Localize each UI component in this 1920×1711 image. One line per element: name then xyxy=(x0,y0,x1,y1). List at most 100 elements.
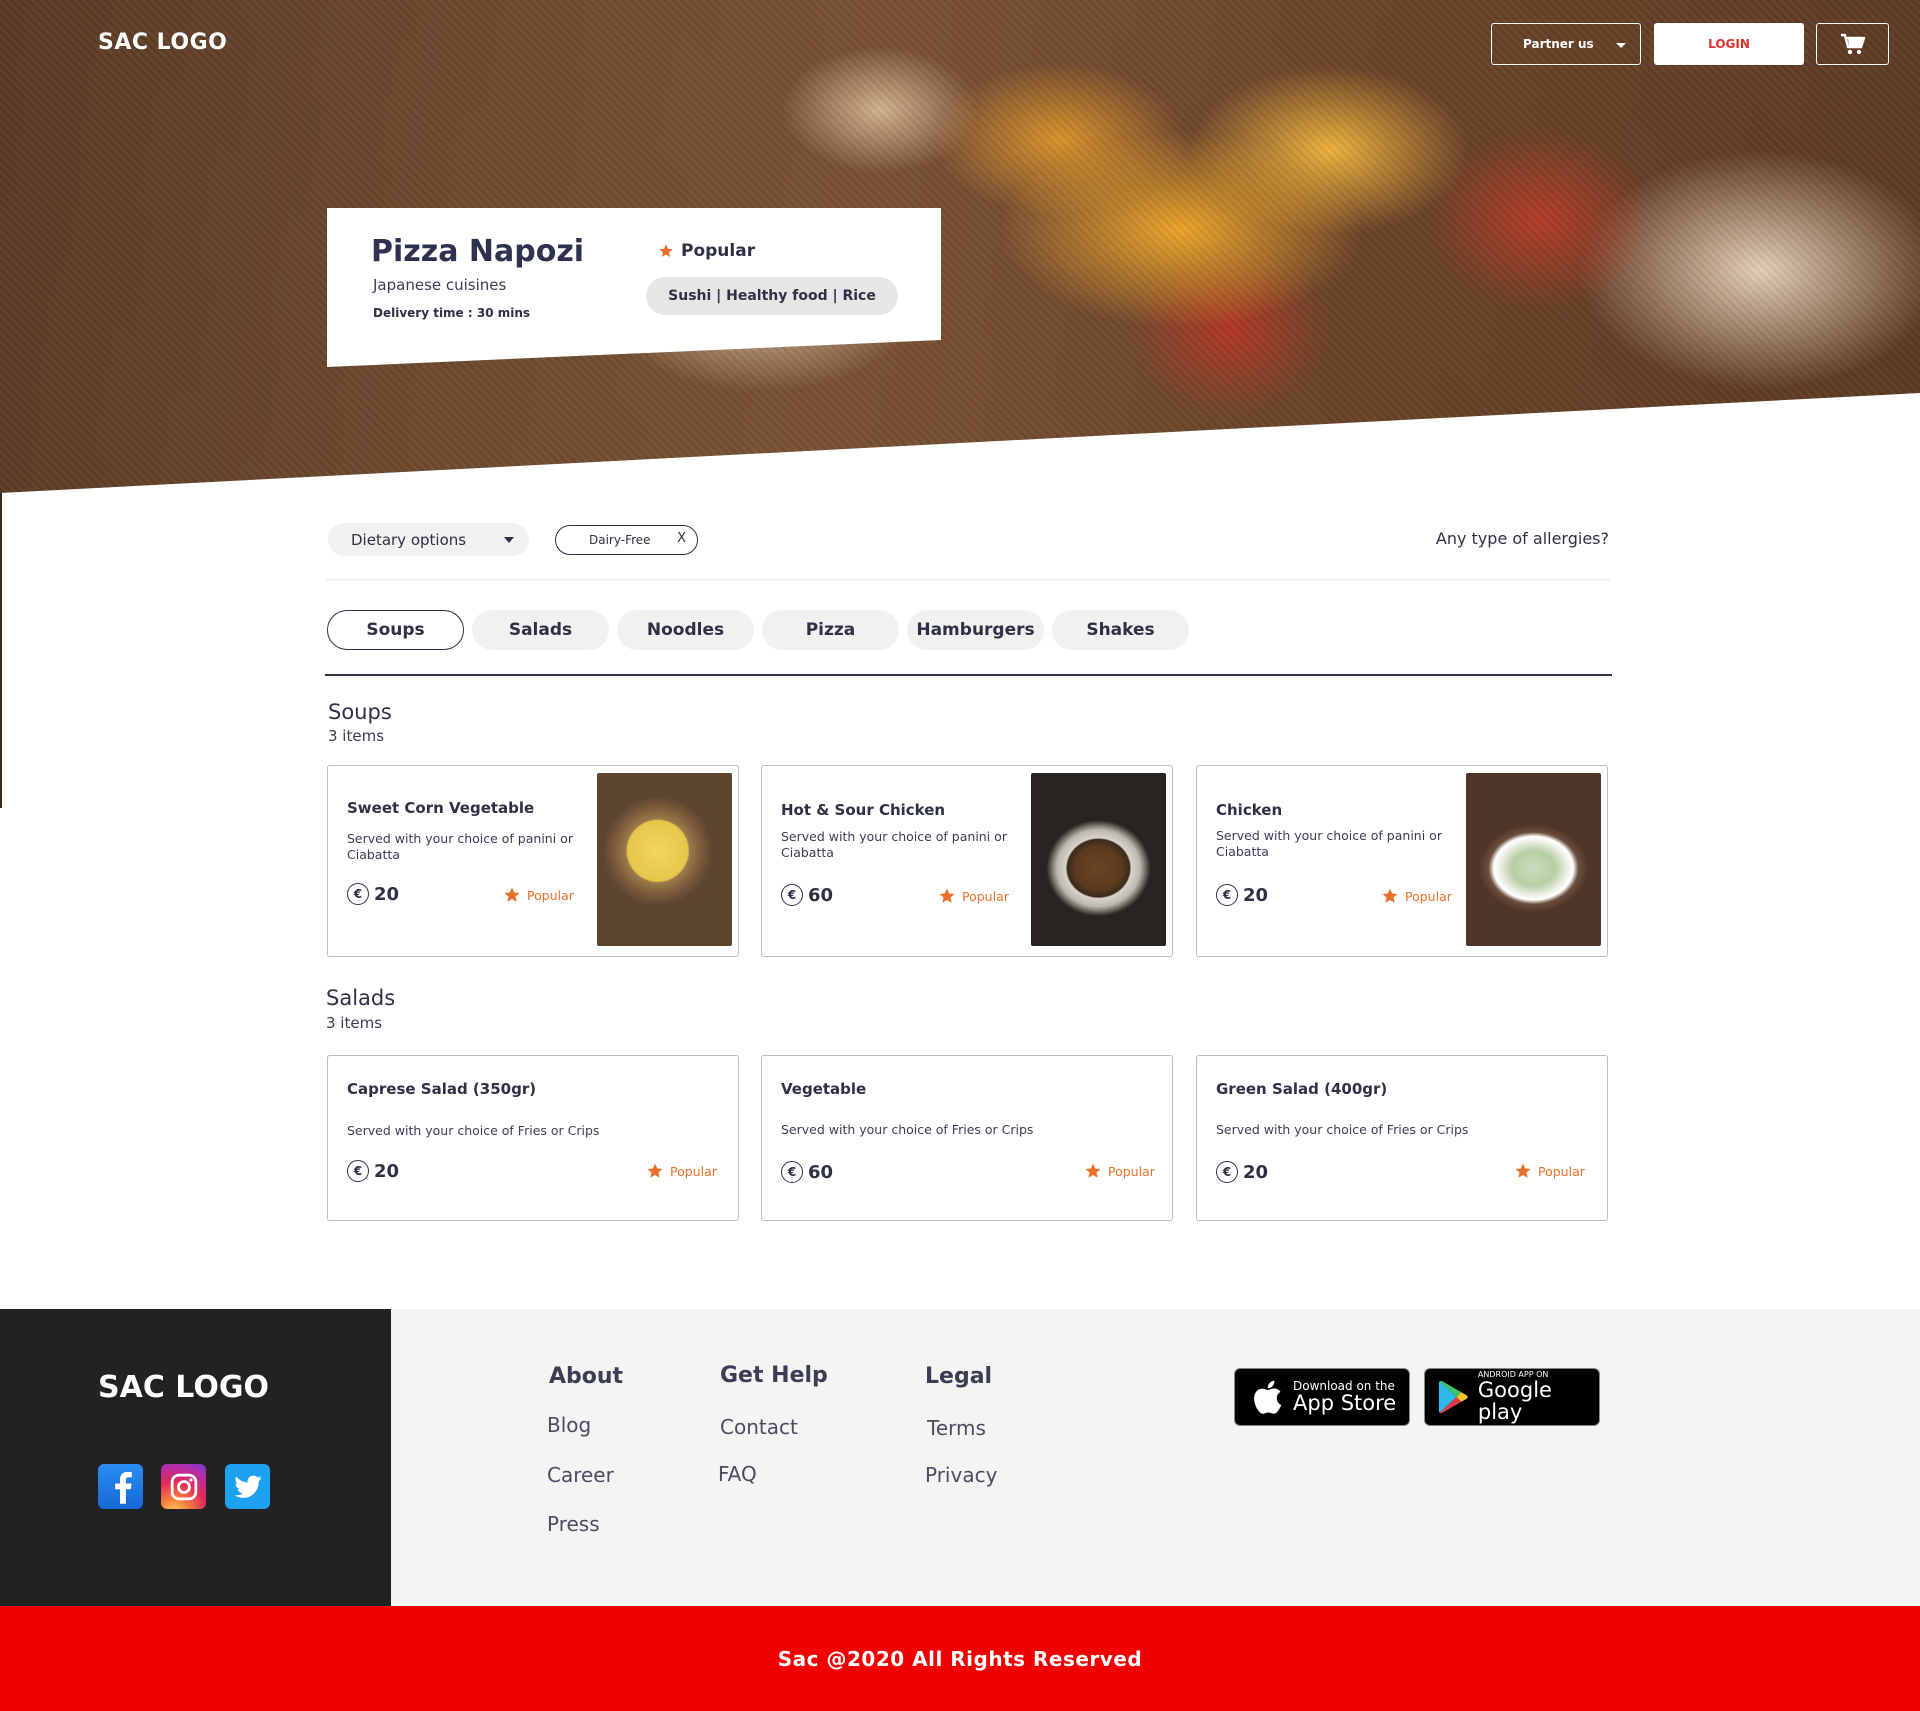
cart-button[interactable] xyxy=(1816,23,1889,65)
restaurant-info-card: Pizza Napozi Japanese cuisines Delivery … xyxy=(327,208,941,367)
allergies-link[interactable]: Any type of allergies? xyxy=(1436,529,1609,548)
close-icon[interactable]: X xyxy=(677,531,686,546)
dietary-options-dropdown[interactable]: Dietary options xyxy=(328,523,529,556)
euro-icon: € xyxy=(781,1161,803,1183)
footer-link-blog[interactable]: Blog xyxy=(547,1413,591,1437)
google-play-icon xyxy=(1438,1380,1468,1414)
star-icon xyxy=(1382,888,1398,903)
tab-hamburgers[interactable]: Hamburgers xyxy=(907,610,1044,650)
popular-label: Popular xyxy=(1538,1163,1585,1179)
item-name: Green Salad (400gr) xyxy=(1216,1080,1388,1098)
copyright-bar: Sac @2020 All Rights Reserved xyxy=(0,1606,1920,1711)
item-price: € 20 xyxy=(1216,884,1268,906)
menu-item-card[interactable]: Sweet Corn Vegetable Served with your ch… xyxy=(327,765,739,957)
section-count-soups: 3 items xyxy=(328,727,385,745)
footer-light-panel xyxy=(391,1309,1920,1606)
header-logo[interactable]: SAC LOGO xyxy=(98,30,227,55)
tab-salads[interactable]: Salads xyxy=(472,610,609,650)
popular-label: Popular xyxy=(962,888,1009,904)
item-price: € 20 xyxy=(1216,1161,1268,1183)
price-value: 60 xyxy=(808,1161,834,1183)
filter-divider xyxy=(326,578,1610,581)
price-value: 60 xyxy=(808,884,834,906)
copyright-text: Sac @2020 All Rights Reserved xyxy=(777,1646,1143,1671)
popular-label: Popular xyxy=(1108,1163,1155,1179)
star-icon xyxy=(939,888,955,903)
tab-soups[interactable]: Soups xyxy=(327,610,464,650)
chevron-down-icon xyxy=(504,537,514,543)
twitter-icon xyxy=(233,1475,262,1498)
footer-logo[interactable]: SAC LOGO xyxy=(98,1370,269,1405)
cuisine-tags: Sushi | Healthy food | Rice xyxy=(646,277,898,315)
item-price: € 20 xyxy=(347,1160,399,1182)
price-value: 20 xyxy=(1243,1161,1269,1183)
item-description: Served with your choice of panini or Cia… xyxy=(1216,828,1442,859)
popular-badge: Popular xyxy=(646,1162,717,1180)
footer-link-terms[interactable]: Terms xyxy=(927,1416,986,1440)
star-icon xyxy=(1085,1163,1101,1178)
tab-pizza[interactable]: Pizza xyxy=(762,610,899,650)
dairy-free-chip: Dairy-Free X xyxy=(555,525,698,555)
item-name: Chicken xyxy=(1216,801,1283,819)
delivery-time: Delivery time : 30 mins xyxy=(373,306,531,320)
footer-heading-get-help: Get Help xyxy=(720,1363,828,1388)
section-title-soups: Soups xyxy=(328,700,392,724)
login-button[interactable]: LOGIN xyxy=(1654,23,1804,65)
footer-heading-legal: Legal xyxy=(925,1364,993,1389)
item-description: Served with your choice of panini or Cia… xyxy=(347,831,573,862)
category-tabs: Soups Salads Noodles Pizza Hamburgers Sh… xyxy=(327,610,1189,650)
popular-label: Popular xyxy=(1405,888,1452,904)
menu-item-card[interactable]: Vegetable Served with your choice of Fri… xyxy=(761,1055,1173,1221)
item-description: Served with your choice of Fries or Crip… xyxy=(781,1122,1034,1137)
menu-item-card[interactable]: Caprese Salad (350gr) Served with your c… xyxy=(327,1055,739,1221)
footer-link-career[interactable]: Career xyxy=(547,1463,614,1487)
corn-soup-image xyxy=(597,773,732,946)
popular-badge: Popular xyxy=(1514,1162,1585,1180)
app-store-text: Download on the App Store xyxy=(1293,1380,1396,1414)
item-name: Hot & Sour Chicken xyxy=(781,801,946,819)
price-value: 20 xyxy=(1243,884,1269,906)
price-value: 20 xyxy=(374,883,400,905)
euro-icon: € xyxy=(347,883,369,905)
footer-link-privacy[interactable]: Privacy xyxy=(925,1463,997,1487)
menu-item-card[interactable]: Chicken Served with your choice of panin… xyxy=(1196,765,1608,957)
footer-link-faq[interactable]: FAQ xyxy=(718,1462,757,1486)
price-value: 20 xyxy=(374,1160,400,1182)
app-store-button[interactable]: Download on the App Store xyxy=(1234,1368,1410,1426)
euro-icon: € xyxy=(1216,1161,1238,1183)
footer-link-press[interactable]: Press xyxy=(547,1512,600,1536)
star-icon xyxy=(1515,1163,1531,1178)
google-play-button[interactable]: ANDROID APP ON Google play xyxy=(1424,1368,1600,1426)
star-icon xyxy=(504,887,520,902)
instagram-icon xyxy=(170,1473,197,1500)
popular-label: Popular xyxy=(670,1163,717,1179)
tab-noodles[interactable]: Noodles xyxy=(617,610,754,650)
item-description: Served with your choice of panini or Cia… xyxy=(781,829,1007,860)
item-name: Caprese Salad (350gr) xyxy=(347,1080,537,1098)
twitter-button[interactable] xyxy=(225,1464,270,1509)
tab-shakes[interactable]: Shakes xyxy=(1052,610,1189,650)
chevron-down-icon xyxy=(1616,43,1626,48)
facebook-icon xyxy=(114,1471,132,1504)
section-title-salads: Salads xyxy=(326,986,396,1010)
facebook-button[interactable] xyxy=(98,1464,143,1509)
chicken-soup-image xyxy=(1466,773,1601,946)
footer-link-contact[interactable]: Contact xyxy=(720,1415,798,1439)
euro-icon: € xyxy=(347,1160,369,1182)
apple-icon xyxy=(1254,1380,1282,1414)
item-description: Served with your choice of Fries or Crip… xyxy=(347,1123,600,1138)
google-play-text: ANDROID APP ON Google play xyxy=(1478,1370,1599,1423)
menu-item-card[interactable]: Green Salad (400gr) Served with your cho… xyxy=(1196,1055,1608,1221)
restaurant-cuisine: Japanese cuisines xyxy=(373,276,507,294)
hot-sour-soup-image xyxy=(1031,773,1166,946)
partner-us-dropdown[interactable]: Partner us xyxy=(1491,23,1641,65)
item-price: € 20 xyxy=(347,883,399,905)
star-icon xyxy=(647,1163,663,1178)
popular-badge: Popular xyxy=(503,886,574,904)
instagram-button[interactable] xyxy=(161,1464,206,1509)
star-icon xyxy=(659,244,673,257)
euro-icon: € xyxy=(781,884,803,906)
menu-item-card[interactable]: Hot & Sour Chicken Served with your choi… xyxy=(761,765,1173,957)
item-price: € 60 xyxy=(781,884,833,906)
cart-icon xyxy=(1840,33,1865,55)
